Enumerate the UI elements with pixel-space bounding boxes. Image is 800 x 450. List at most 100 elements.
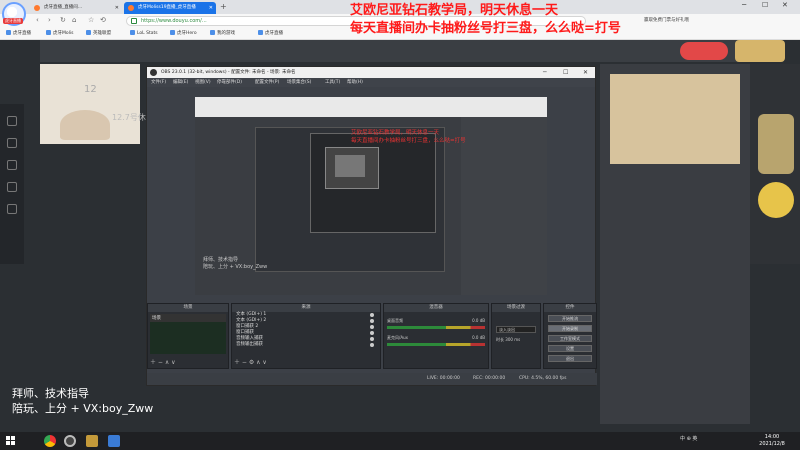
eye-icon[interactable]: [370, 343, 374, 347]
chrome-icon[interactable]: [44, 435, 56, 447]
overlay-line-2: 每天直播间办卡抽粉丝号打三盘，么么哒=打号: [350, 21, 621, 36]
new-tab-button[interactable]: +: [220, 2, 227, 11]
exit-button[interactable]: 退出: [548, 355, 592, 362]
star-icon[interactable]: ☆: [88, 16, 94, 24]
tab-active-stream[interactable]: 虎牙Moliss19直播_虎牙直播 ✕: [124, 2, 216, 14]
menu-scene-collection[interactable]: 场景集合(S): [287, 78, 311, 87]
dock-title: 混音器: [384, 304, 488, 312]
menu-docks[interactable]: 停靠部件(D): [217, 78, 242, 87]
overlay-line-1: 艾欧尼亚钻石教学局，明天休息一天: [350, 3, 559, 18]
volume-meter[interactable]: [387, 326, 485, 329]
close-window-icon[interactable]: ✕: [782, 1, 788, 9]
settings-button[interactable]: 设置: [548, 345, 592, 352]
mixer-channel: 麦克风/Aux 0.0 dB: [387, 335, 485, 346]
nav-icon[interactable]: [7, 160, 17, 170]
source-controls[interactable]: ＋ − ⚙ ∧ ∨: [234, 357, 267, 366]
eye-icon[interactable]: [370, 325, 374, 329]
studio-mode-button[interactable]: 工作室模式: [548, 335, 592, 342]
logo-badge: 虎牙直播: [3, 18, 23, 24]
stream-overlay-text: 艾欧尼亚钻石教学局，明天休息一天 每天直播间办卡抽粉丝号打三盘，么么哒=打号: [350, 2, 621, 38]
dock-title: 控件: [544, 304, 596, 312]
left-rail: [0, 104, 24, 264]
eye-icon[interactable]: [370, 331, 374, 335]
eye-icon[interactable]: [370, 337, 374, 341]
eye-icon[interactable]: [370, 313, 374, 317]
taskbar-clock[interactable]: 14:00 2021/12/8: [752, 434, 792, 448]
transition-select[interactable]: 淡入淡出: [496, 326, 536, 333]
live-timer: LIVE: 00:00:00: [427, 376, 460, 381]
app-icon[interactable]: [108, 435, 120, 447]
menu-help[interactable]: 帮助(H): [347, 78, 363, 87]
douyu-favicon-icon: [128, 5, 134, 11]
chat-ad-banner[interactable]: [610, 74, 740, 164]
close-icon[interactable]: ✕: [583, 67, 588, 78]
tab-huya[interactable]: 虎牙直播_直播间… ✕: [30, 2, 122, 14]
preview-browser-bar: [195, 97, 547, 117]
bookmark-icon: [130, 30, 135, 35]
huya-favicon-icon: [34, 5, 40, 11]
toolbar-promo-text[interactable]: 赢取免费门票与好礼哦: [644, 17, 689, 23]
preview-nested-preview-3: [335, 155, 365, 177]
transition-duration[interactable]: 时长 300 ms: [496, 337, 536, 343]
windows-start-icon[interactable]: [6, 436, 16, 446]
volume-meter[interactable]: [387, 343, 485, 346]
dock-title: 场景: [148, 304, 228, 312]
follow-button[interactable]: [680, 42, 728, 60]
overlay-caption-2: 陪玩、上分 + VX:boy_Zww: [12, 402, 154, 415]
obs-preview[interactable]: 艾欧尼亚钻石教学局，明天休息一天 每天直播间办卡抽粉丝号打三盘，么么哒=打号 拜…: [195, 97, 547, 295]
menu-file[interactable]: 文件(F): [151, 78, 166, 87]
scene-item[interactable]: 场景: [150, 314, 226, 322]
room-number: 12: [84, 84, 97, 95]
bookmark-icon: [46, 30, 51, 35]
obs-menubar: 文件(F) 编辑(E) 视图(V) 停靠部件(D) 配置文件(P) 场景集合(S…: [147, 78, 595, 87]
menu-view[interactable]: 视图(V): [195, 78, 211, 87]
overlay-caption-1: 拜师、技术指导: [12, 387, 89, 400]
bookmark-icon: [210, 30, 215, 35]
event-banner[interactable]: [735, 40, 785, 62]
gift-banner[interactable]: [758, 114, 794, 174]
windows-taskbar: 中 ⊕ 英 14:00 2021/12/8: [0, 432, 800, 450]
forward-icon[interactable]: ›: [48, 16, 51, 24]
minimize-icon[interactable]: ─: [742, 1, 746, 9]
maximize-icon[interactable]: ☐: [762, 1, 768, 9]
obs-taskbar-icon[interactable]: [64, 435, 76, 447]
streamer-avatar[interactable]: [60, 110, 110, 140]
menu-tools[interactable]: 工具(T): [325, 78, 340, 87]
start-streaming-button[interactable]: 开始推流: [548, 315, 592, 322]
refresh-icon[interactable]: ↻: [60, 16, 66, 24]
bottom-left-overlay: 拜师、技术指导 陪玩、上分 + VX:boy_Zww: [12, 386, 153, 416]
scene-controls[interactable]: ＋ − ∧ ∨: [150, 357, 176, 366]
close-tab-icon[interactable]: ✕: [115, 2, 119, 14]
nav-icon[interactable]: [7, 204, 17, 214]
lock-icon: [131, 18, 137, 24]
minimize-icon[interactable]: ─: [543, 67, 547, 78]
bookmark-item[interactable]: 虎牙Molis: [46, 30, 73, 36]
bookmark-item[interactable]: 虎牙直播: [258, 30, 283, 36]
rec-timer: REC: 00:00:00: [473, 376, 506, 381]
league-icon[interactable]: [86, 435, 98, 447]
obs-docks: 场景 场景 ＋ − ∧ ∨ 来源 文本 (GDI+) 1 文本 (GDI+) 2…: [147, 303, 597, 369]
history-icon[interactable]: ⟲: [100, 16, 106, 24]
system-tray[interactable]: 中 ⊕ 英: [680, 435, 697, 442]
back-icon[interactable]: ‹: [36, 16, 39, 24]
eye-icon[interactable]: [370, 319, 374, 323]
bookmark-item[interactable]: 虎牙直播: [6, 30, 31, 36]
transitions-dock: 场景过渡 淡入淡出 时长 300 ms: [491, 303, 541, 369]
nav-icon[interactable]: [7, 182, 17, 192]
bookmark-item[interactable]: 英雄联盟: [86, 30, 111, 36]
start-recording-button[interactable]: 开始录制: [548, 325, 592, 332]
bookmark-item[interactable]: 虎牙Hero: [170, 30, 197, 36]
scene-list: 场景: [150, 314, 226, 354]
bookmark-item[interactable]: 我的游戏: [210, 30, 235, 36]
home-icon[interactable]: ⌂: [72, 16, 76, 24]
close-tab-icon[interactable]: ✕: [209, 2, 213, 14]
menu-edit[interactable]: 编辑(E): [173, 78, 188, 87]
nav-icon[interactable]: [7, 116, 17, 126]
bookmark-icon: [86, 30, 91, 35]
menu-profile[interactable]: 配置文件(P): [255, 78, 279, 87]
gold-badge-icon[interactable]: [758, 182, 794, 218]
bookmark-item[interactable]: LoL Stats: [130, 30, 158, 36]
source-item[interactable]: 音频输出捕获: [232, 342, 380, 348]
maximize-icon[interactable]: ☐: [563, 67, 568, 78]
nav-icon[interactable]: [7, 138, 17, 148]
